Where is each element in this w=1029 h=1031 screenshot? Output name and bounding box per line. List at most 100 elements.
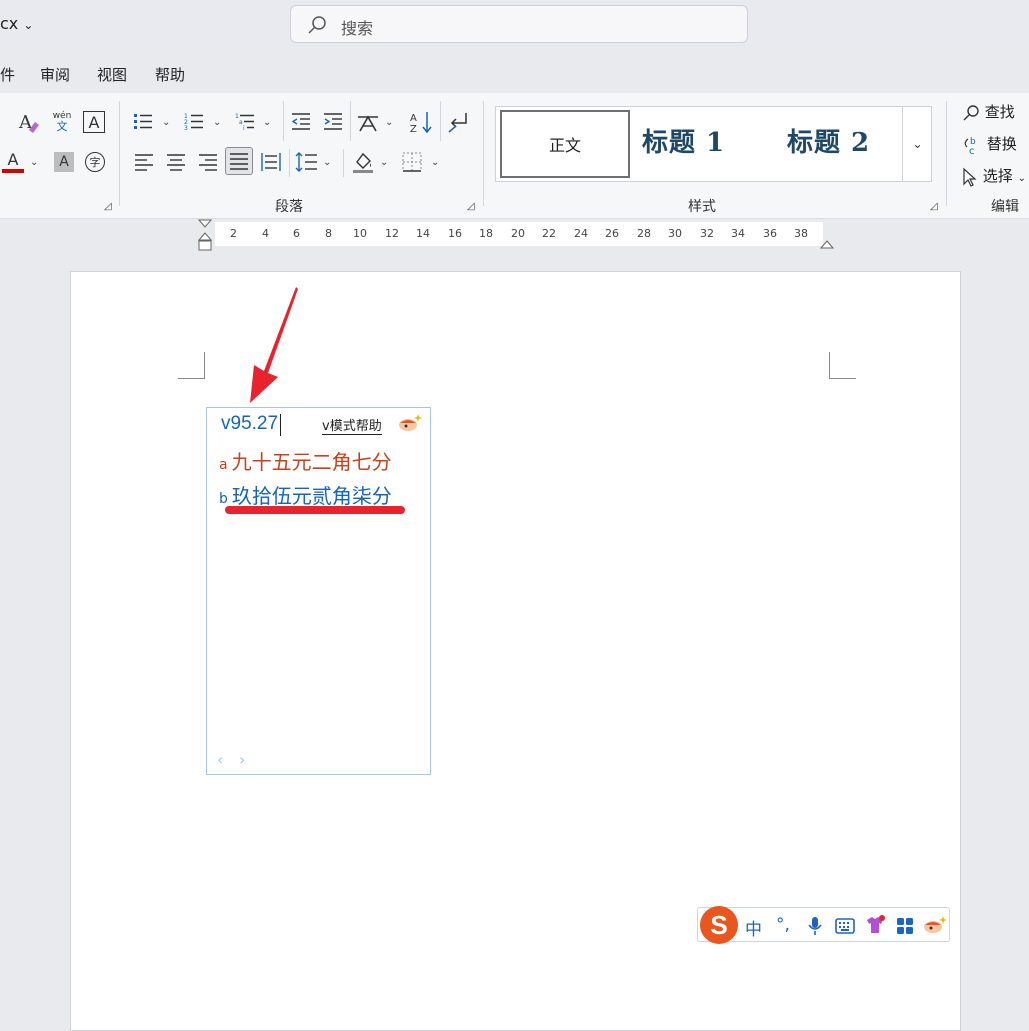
character-shading-button[interactable]: A bbox=[54, 152, 74, 172]
line-spacing-button[interactable] bbox=[294, 149, 320, 175]
font-color-bar bbox=[2, 169, 24, 173]
align-right-icon bbox=[199, 154, 217, 171]
cursor-arrow-icon bbox=[963, 167, 977, 187]
increase-indent-icon bbox=[324, 113, 342, 130]
ime-mascot-icon bbox=[399, 414, 422, 431]
search-icon bbox=[963, 104, 979, 120]
separator bbox=[483, 101, 484, 206]
paragraph-mark-icon bbox=[448, 113, 467, 133]
chevron-down-icon[interactable]: ⌄ bbox=[30, 157, 38, 168]
style-heading-2[interactable]: 标题 2 bbox=[787, 122, 870, 159]
separator bbox=[946, 101, 947, 206]
skin-icon[interactable] bbox=[864, 914, 886, 936]
font-color-button[interactable]: A bbox=[0, 149, 26, 175]
align-center-button[interactable] bbox=[163, 149, 189, 175]
justify-icon bbox=[230, 153, 248, 170]
ime-prev-page-button[interactable]: ‹ bbox=[217, 750, 223, 769]
style-heading-1[interactable]: 标题 1 bbox=[642, 122, 725, 159]
find-button[interactable]: 查找 bbox=[962, 101, 1015, 122]
ime-next-page-button[interactable]: › bbox=[239, 750, 245, 769]
chevron-down-icon: ⌄ bbox=[23, 18, 34, 32]
v-mode-help-link[interactable]: v模式帮助 bbox=[322, 415, 382, 435]
ime-candidate-a[interactable]: a 九十五元二角七分 bbox=[219, 446, 392, 475]
apps-icon[interactable] bbox=[896, 917, 914, 935]
menu-item-help[interactable]: 帮助 bbox=[155, 64, 185, 85]
increase-indent-button[interactable] bbox=[320, 109, 346, 135]
horizontal-ruler: 2 4 6 8 10 12 14 16 18 20 22 24 26 28 30… bbox=[215, 222, 823, 246]
separator bbox=[350, 101, 351, 141]
search-box[interactable]: 搜索 bbox=[290, 5, 748, 43]
style-normal[interactable]: 正文 bbox=[500, 110, 630, 178]
sort-icon: AZ bbox=[410, 112, 432, 134]
chinese-layout-button[interactable] bbox=[355, 109, 381, 135]
document-title[interactable]: cx ⌄ bbox=[0, 14, 33, 33]
justify-button[interactable] bbox=[225, 147, 253, 175]
clear-formatting-button[interactable]: A bbox=[16, 109, 42, 135]
chevron-down-icon[interactable]: ⌄ bbox=[431, 157, 439, 168]
ime-language-toggle[interactable]: 中 bbox=[745, 915, 762, 940]
menu-item-view[interactable]: 视图 bbox=[97, 64, 127, 85]
chevron-down-icon[interactable]: ⌄ bbox=[323, 157, 331, 168]
chevron-down-icon[interactable]: ⌄ bbox=[213, 117, 221, 128]
menu-bar: 件 审阅 视图 帮助 bbox=[0, 58, 1029, 88]
chevron-down-icon[interactable]: ⌄ bbox=[263, 117, 271, 128]
shading-button[interactable] bbox=[350, 149, 376, 175]
distributed-button[interactable] bbox=[258, 149, 284, 175]
numbering-button[interactable]: 123 bbox=[181, 109, 207, 135]
svg-text:c: c bbox=[969, 146, 975, 155]
borders-button[interactable] bbox=[399, 149, 425, 175]
multilevel-list-button[interactable]: 1ai bbox=[232, 109, 258, 135]
annotation-underline bbox=[225, 506, 405, 514]
enclose-characters-button[interactable]: 字 bbox=[82, 149, 108, 175]
bullets-button[interactable] bbox=[130, 109, 156, 135]
search-placeholder: 搜索 bbox=[341, 19, 374, 38]
ime-mascot-icon[interactable] bbox=[922, 914, 948, 936]
right-indent-marker[interactable] bbox=[819, 234, 835, 249]
decrease-indent-icon bbox=[291, 113, 310, 130]
search-icon bbox=[308, 16, 326, 34]
character-border-button[interactable]: A bbox=[83, 111, 105, 133]
bullets-icon bbox=[134, 114, 152, 129]
chevron-down-icon[interactable]: ⌄ bbox=[385, 117, 393, 128]
numbering-icon: 123 bbox=[184, 113, 203, 132]
chevron-down-icon[interactable]: ⌄ bbox=[380, 157, 388, 168]
separator bbox=[283, 101, 284, 141]
ime-punctuation-toggle[interactable]: °, bbox=[776, 915, 790, 935]
align-left-icon bbox=[135, 154, 153, 171]
align-right-button[interactable] bbox=[195, 149, 221, 175]
sogou-logo-icon[interactable]: S bbox=[700, 906, 738, 944]
mic-icon[interactable] bbox=[807, 916, 823, 936]
margin-corner-mark bbox=[829, 352, 856, 379]
ime-candidate-b[interactable]: b 玖拾伍元贰角柒分 bbox=[219, 480, 392, 509]
group-label-paragraph: 段落 bbox=[275, 199, 303, 215]
show-formatting-marks-button[interactable] bbox=[445, 109, 471, 135]
align-left-button[interactable] bbox=[131, 149, 157, 175]
styles-dialog-launcher-icon[interactable]: ◿ bbox=[930, 201, 938, 212]
text-cursor bbox=[280, 414, 281, 436]
paragraph-dialog-launcher-icon[interactable]: ◿ bbox=[467, 201, 475, 212]
chinese-layout-icon bbox=[358, 115, 378, 132]
right-indent-marker-icon bbox=[819, 240, 835, 249]
font-dialog-launcher-icon[interactable]: ◿ bbox=[104, 201, 112, 212]
keyboard-icon[interactable] bbox=[835, 918, 855, 934]
menu-item-file[interactable]: 件 bbox=[0, 64, 15, 85]
sort-button[interactable]: AZ bbox=[408, 109, 434, 135]
styles-more-button[interactable]: ⌄ bbox=[902, 106, 932, 182]
clear-formatting-icon: A bbox=[18, 112, 39, 133]
menu-item-review[interactable]: 审阅 bbox=[40, 64, 70, 85]
chevron-down-icon: ⌄ bbox=[1017, 173, 1026, 184]
chevron-down-icon[interactable]: ⌄ bbox=[162, 117, 170, 128]
expand-gallery-icon: ⌄ bbox=[912, 137, 923, 151]
select-button[interactable]: 选择 ⌄ bbox=[962, 165, 1026, 187]
ime-toolbar: S 中 °, bbox=[697, 906, 950, 944]
svg-text:i: i bbox=[243, 125, 245, 132]
phonetic-guide-button[interactable]: wén 文 bbox=[49, 109, 75, 135]
annotation-arrow bbox=[250, 287, 298, 403]
decrease-indent-button[interactable] bbox=[288, 109, 314, 135]
indent-marker[interactable] bbox=[197, 218, 213, 252]
paint-bucket-icon bbox=[353, 152, 373, 173]
group-label-editing: 编辑 bbox=[991, 199, 1019, 215]
replace-button[interactable]: bc 替换 bbox=[962, 133, 1017, 157]
separator bbox=[343, 149, 344, 177]
separator bbox=[119, 101, 120, 206]
